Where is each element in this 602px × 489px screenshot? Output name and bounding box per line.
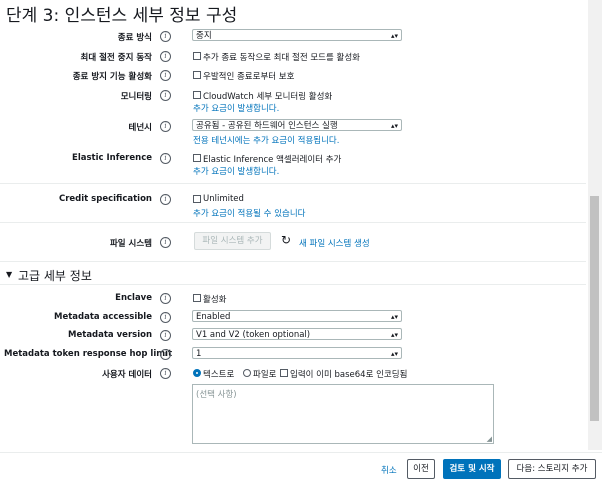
userdata-b64-label: 입력이 이미 base64로 인코딩됨 [290, 370, 408, 380]
userdata-file-radio[interactable] [243, 369, 251, 377]
term-protect-checkbox[interactable] [193, 71, 201, 79]
info-icon[interactable]: i [160, 293, 171, 304]
scrollbar-thumb[interactable] [590, 196, 599, 421]
enclave-label: Enclave [115, 293, 152, 303]
stop-protect-text: 추가 종료 동작으로 최대 절전 모드를 활성화 [203, 53, 360, 63]
prev-button[interactable]: 이전 [407, 459, 435, 479]
monitoring-label: 모니터링 [120, 92, 152, 102]
userdata-placeholder: (선택 사항) [196, 390, 237, 400]
create-filesys-link[interactable]: 새 파일 시스템 생성 [299, 237, 370, 249]
updown-icon: ▴▾ [390, 32, 398, 40]
meta-version-select[interactable]: V1 and V2 (token optional) ▴▾ [192, 328, 402, 340]
divider [0, 261, 586, 262]
info-icon[interactable]: i [160, 330, 171, 341]
updown-icon: ▴▾ [390, 313, 398, 321]
elastic-note: 추가 요금이 발생합니다. [193, 167, 280, 177]
info-icon[interactable]: i [160, 31, 171, 42]
stop-protect-label: 최대 절전 중지 동작 [80, 53, 152, 63]
term-protect-text: 우발적인 종료로부터 보호 [203, 72, 295, 82]
userdata-text-radio[interactable] [193, 369, 201, 377]
credit-note: 추가 요금이 적용될 수 있습니다 [193, 209, 306, 219]
cancel-link[interactable]: 취소 [381, 464, 397, 476]
resize-handle-icon[interactable]: ◢ [487, 435, 492, 443]
shutdown-select[interactable]: 중지 ▴▾ [192, 29, 402, 41]
divider [0, 284, 586, 285]
divider [0, 183, 586, 184]
info-icon[interactable]: i [160, 70, 171, 81]
meta-hop-label: Metadata token response hop limit [4, 349, 173, 359]
monitoring-checkbox[interactable] [193, 91, 201, 99]
add-filesys-button[interactable]: 파일 시스템 추가 [194, 232, 271, 250]
info-icon[interactable]: i [160, 51, 171, 62]
userdata-label: 사용자 데이터 [102, 370, 152, 380]
meta-access-label: Metadata accessible [54, 312, 152, 322]
divider [0, 222, 586, 223]
meta-access-select[interactable]: Enabled ▴▾ [192, 310, 402, 322]
page-title: 단계 3: 인스턴스 세부 정보 구성 [6, 6, 238, 26]
review-launch-button[interactable]: 검토 및 시작 [443, 459, 501, 479]
meta-version-label: Metadata version [68, 330, 152, 340]
elastic-text: Elastic Inference 액셀러레이터 추가 [203, 155, 342, 165]
next-storage-button[interactable]: 다음: 스토리지 추가 [508, 459, 596, 479]
info-icon[interactable]: i [160, 349, 171, 360]
userdata-b64-checkbox[interactable] [280, 369, 288, 377]
enclave-checkbox[interactable] [193, 294, 201, 302]
credit-checkbox[interactable] [193, 195, 201, 203]
meta-hop-select[interactable]: 1 ▴▾ [192, 347, 402, 359]
info-icon[interactable]: i [160, 312, 171, 323]
info-icon[interactable]: i [160, 368, 171, 379]
tenancy-note: 전용 테넌시에는 추가 요금이 적용됩니다. [193, 136, 340, 146]
elastic-checkbox[interactable] [193, 154, 201, 162]
userdata-file-label: 파일로 [253, 370, 277, 380]
monitoring-note: 추가 요금이 발생합니다. [193, 104, 280, 114]
tenancy-select[interactable]: 공유됨 - 공유된 하드웨어 인스턴스 실행 ▴▾ [192, 119, 402, 131]
info-icon[interactable]: i [160, 90, 171, 101]
term-protect-label: 종료 방지 기능 활성화 [72, 72, 152, 82]
info-icon[interactable]: i [160, 121, 171, 132]
refresh-icon[interactable]: ↻ [281, 233, 291, 247]
info-icon[interactable]: i [160, 153, 171, 164]
updown-icon: ▴▾ [390, 122, 398, 130]
monitoring-text: CloudWatch 세부 모니터링 활성화 [203, 92, 333, 102]
filesys-label: 파일 시스템 [109, 239, 152, 249]
credit-text: Unlimited [203, 194, 244, 204]
userdata-text-label: 텍스트로 [203, 370, 235, 380]
credit-label: Credit specification [58, 194, 152, 204]
shutdown-label: 종료 방식 [117, 33, 152, 43]
tenancy-label: 테넌시 [128, 123, 152, 133]
stop-protect-checkbox[interactable] [193, 52, 201, 60]
info-icon[interactable]: i [160, 237, 171, 248]
enclave-text: 활성화 [203, 295, 227, 305]
updown-icon: ▴▾ [390, 350, 398, 358]
info-icon[interactable]: i [160, 194, 171, 205]
updown-icon: ▴▾ [390, 331, 398, 339]
caret-down-icon[interactable]: ▼ [6, 270, 12, 279]
advanced-heading[interactable]: 고급 세부 정보 [18, 267, 92, 284]
elastic-label: Elastic Inference [72, 153, 152, 163]
userdata-textarea[interactable]: (선택 사항) ◢ [192, 384, 494, 444]
